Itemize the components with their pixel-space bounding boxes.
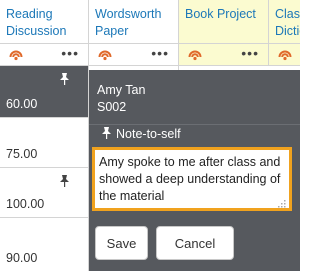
column-header-wordsworth-paper[interactable]: Wordsworth Paper [89, 0, 179, 44]
cancel-button[interactable]: Cancel [156, 226, 234, 260]
note-label: Note-to-self [101, 126, 181, 142]
column-header-class-diction[interactable]: Class Diction [269, 0, 300, 44]
column-header-book-project[interactable]: Book Project [179, 0, 269, 44]
grade-cell[interactable]: 90.00 [0, 218, 89, 271]
column-toolbar: ••• [0, 44, 89, 66]
note-label-text: Note-to-self [116, 127, 181, 141]
rubric-icon[interactable] [188, 48, 202, 66]
note-textarea[interactable]: Amy spoke to me after class and showed a… [92, 147, 292, 211]
column-toolbar: ••• [179, 44, 269, 66]
student-name: Amy Tan [97, 83, 146, 97]
column-header-label: Reading Discussion [6, 7, 67, 38]
pin-icon [59, 174, 70, 190]
column-menu-button[interactable]: ••• [241, 45, 259, 61]
save-button[interactable]: Save [95, 226, 148, 260]
grade-value: 60.00 [6, 97, 38, 111]
resize-grip-icon[interactable] [277, 196, 286, 208]
column-toolbar [269, 44, 300, 66]
note-popup: Amy Tan S002 Note-to-self Amy spoke to m… [89, 70, 300, 271]
rubric-icon[interactable] [278, 48, 292, 66]
divider [89, 124, 300, 125]
column-menu-button[interactable]: ••• [151, 45, 169, 61]
grade-cell[interactable]: 100.00 [0, 168, 89, 218]
column-header-label: Class Diction [275, 7, 300, 38]
gradebook-grid: Reading Discussion Wordsworth Paper Book… [0, 0, 300, 271]
grade-value: 100.00 [6, 197, 45, 211]
rubric-icon[interactable] [9, 48, 23, 66]
column-header-label: Wordsworth Paper [95, 7, 162, 38]
note-text: Amy spoke to me after class and showed a… [99, 155, 281, 203]
column-menu-button[interactable]: ••• [61, 45, 79, 61]
column-header-reading-discussion[interactable]: Reading Discussion [0, 0, 89, 44]
grade-cell[interactable]: 60.00 [0, 66, 89, 118]
grade-cell[interactable]: 75.00 [0, 118, 89, 168]
column-toolbar: ••• [89, 44, 179, 66]
rubric-icon[interactable] [98, 48, 112, 66]
column-header-label: Book Project [185, 7, 256, 21]
grade-value: 90.00 [6, 251, 38, 265]
pin-icon [101, 126, 112, 142]
grade-value: 75.00 [6, 147, 38, 161]
pin-icon [59, 72, 70, 88]
student-id: S002 [97, 100, 127, 114]
